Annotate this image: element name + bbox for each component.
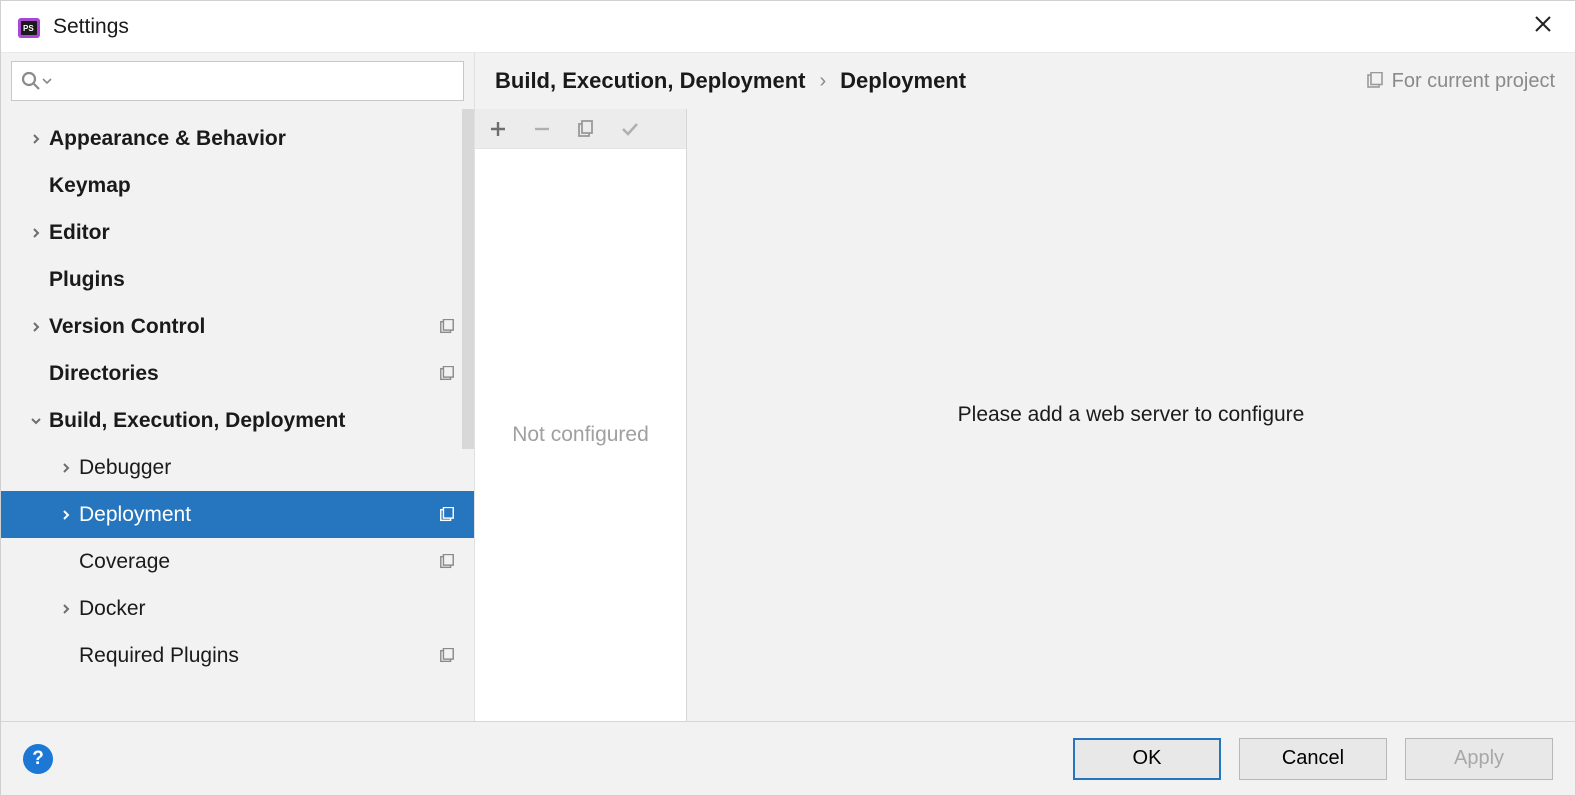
tree-item-label: Debugger xyxy=(79,456,458,480)
add-icon[interactable] xyxy=(487,118,509,140)
svg-text:PS: PS xyxy=(23,24,34,33)
empty-list-label: Not configured xyxy=(512,423,649,447)
tree-item-plugins[interactable]: Plugins xyxy=(1,256,474,303)
scope-label: For current project xyxy=(1366,70,1555,93)
tree-item-deployment[interactable]: Deployment xyxy=(1,491,474,538)
search-field[interactable] xyxy=(11,61,464,101)
window-title: Settings xyxy=(53,15,129,39)
project-scope-icon xyxy=(436,507,458,523)
project-scope-icon xyxy=(436,554,458,570)
tree-item-directories[interactable]: Directories xyxy=(1,350,474,397)
app-logo-icon: PS xyxy=(15,13,43,41)
titlebar: PS Settings xyxy=(1,1,1575,53)
chevron-right-icon xyxy=(53,509,79,521)
tree-item-build-execution-deployment[interactable]: Build, Execution, Deployment xyxy=(1,397,474,444)
tree-item-label: Docker xyxy=(79,597,458,621)
search-input[interactable] xyxy=(58,71,455,92)
ok-button[interactable]: OK xyxy=(1073,738,1221,780)
tree-item-label: Plugins xyxy=(49,268,458,292)
chevron-right-icon xyxy=(53,462,79,474)
tree-item-label: Build, Execution, Deployment xyxy=(49,409,458,433)
tree-item-required-plugins[interactable]: Required Plugins xyxy=(1,632,474,679)
tree-item-label: Editor xyxy=(49,221,458,245)
tree-item-coverage[interactable]: Coverage xyxy=(1,538,474,585)
tree-item-debugger[interactable]: Debugger xyxy=(1,444,474,491)
apply-button: Apply xyxy=(1405,738,1553,780)
tree-item-label: Required Plugins xyxy=(79,644,436,668)
breadcrumb-part-2: Deployment xyxy=(840,68,966,94)
chevron-right-icon xyxy=(23,133,49,145)
tree-item-label: Keymap xyxy=(49,174,458,198)
copy-icon[interactable] xyxy=(575,118,597,140)
breadcrumb: Build, Execution, Deployment › Deploymen… xyxy=(475,53,1575,109)
breadcrumb-part-1: Build, Execution, Deployment xyxy=(495,68,805,94)
chevron-right-icon xyxy=(53,603,79,615)
tree-item-docker[interactable]: Docker xyxy=(1,585,474,632)
chevron-right-icon: › xyxy=(819,70,826,93)
dialog-footer: ? OK Cancel Apply xyxy=(1,721,1575,795)
tree-item-editor[interactable]: Editor xyxy=(1,209,474,256)
tree-item-label: Directories xyxy=(49,362,436,386)
check-icon[interactable] xyxy=(619,118,641,140)
help-icon[interactable]: ? xyxy=(23,744,53,774)
server-list-panel: Not configured xyxy=(475,109,687,721)
cancel-button[interactable]: Cancel xyxy=(1239,738,1387,780)
remove-icon[interactable] xyxy=(531,118,553,140)
tree-item-keymap[interactable]: Keymap xyxy=(1,162,474,209)
project-scope-icon xyxy=(436,319,458,335)
project-scope-icon xyxy=(436,648,458,664)
tree-item-version-control[interactable]: Version Control xyxy=(1,303,474,350)
server-list: Not configured xyxy=(475,149,686,721)
chevron-down-icon xyxy=(23,415,49,427)
tree-item-label: Coverage xyxy=(79,550,436,574)
list-toolbar xyxy=(475,109,686,149)
tree-item-label: Version Control xyxy=(49,315,436,339)
close-icon[interactable] xyxy=(1525,9,1561,45)
detail-panel: Please add a web server to configure xyxy=(687,109,1575,721)
settings-tree: Appearance & Behavior Keymap Editor Plugins… xyxy=(1,109,474,721)
tree-item-label: Deployment xyxy=(79,503,436,527)
search-icon xyxy=(20,70,42,92)
chevron-right-icon xyxy=(23,321,49,333)
search-dropdown-icon[interactable] xyxy=(42,76,52,86)
scrollbar[interactable] xyxy=(462,109,474,449)
tree-item-label: Appearance & Behavior xyxy=(49,127,458,151)
tree-item-appearance-behavior[interactable]: Appearance & Behavior xyxy=(1,115,474,162)
project-scope-icon xyxy=(1366,72,1384,90)
settings-sidebar: Appearance & Behavior Keymap Editor Plugins… xyxy=(1,53,475,721)
chevron-right-icon xyxy=(23,227,49,239)
project-scope-icon xyxy=(436,366,458,382)
empty-detail-label: Please add a web server to configure xyxy=(958,403,1305,427)
